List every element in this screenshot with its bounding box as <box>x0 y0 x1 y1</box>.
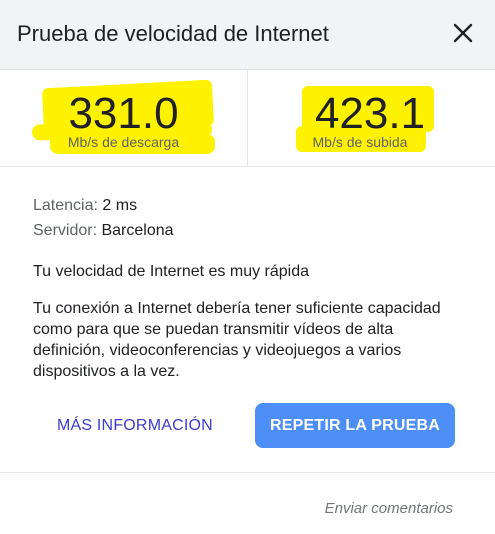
latency-value: 2 ms <box>102 197 138 214</box>
server-value: Barcelona <box>101 222 174 239</box>
upload-value: 423.1 <box>314 89 426 138</box>
download-unit: Mb/s de descarga <box>67 134 180 150</box>
dialog-header: Prueba de velocidad de Internet <box>0 0 495 70</box>
more-info-button[interactable]: MÁS INFORMACIÓN <box>57 416 213 436</box>
upload-unit: Mb/s de subida <box>312 134 408 150</box>
speed-summary: Tu velocidad de Internet es muy rápida <box>33 263 310 280</box>
speed-description: Tu conexión a Internet debería tener suf… <box>33 300 441 380</box>
server-row: Servidor: Barcelona <box>33 221 174 241</box>
download-value: 331.0 <box>68 89 179 138</box>
dialog-title: Prueba de velocidad de Internet <box>17 21 329 46</box>
server-label: Servidor: <box>33 222 98 239</box>
speed-divider <box>247 70 248 166</box>
close-button[interactable] <box>448 18 478 48</box>
send-feedback-link[interactable]: Enviar comentarios <box>325 500 453 517</box>
close-icon <box>453 23 473 43</box>
latency-label: Latencia: <box>33 197 98 214</box>
latency-row: Latencia: 2 ms <box>33 196 137 216</box>
speed-results: 331.0 Mb/s de descarga 423.1 Mb/s de sub… <box>0 70 495 167</box>
retry-test-button[interactable]: REPETIR LA PRUEBA <box>255 403 455 448</box>
footer-divider <box>0 472 495 473</box>
